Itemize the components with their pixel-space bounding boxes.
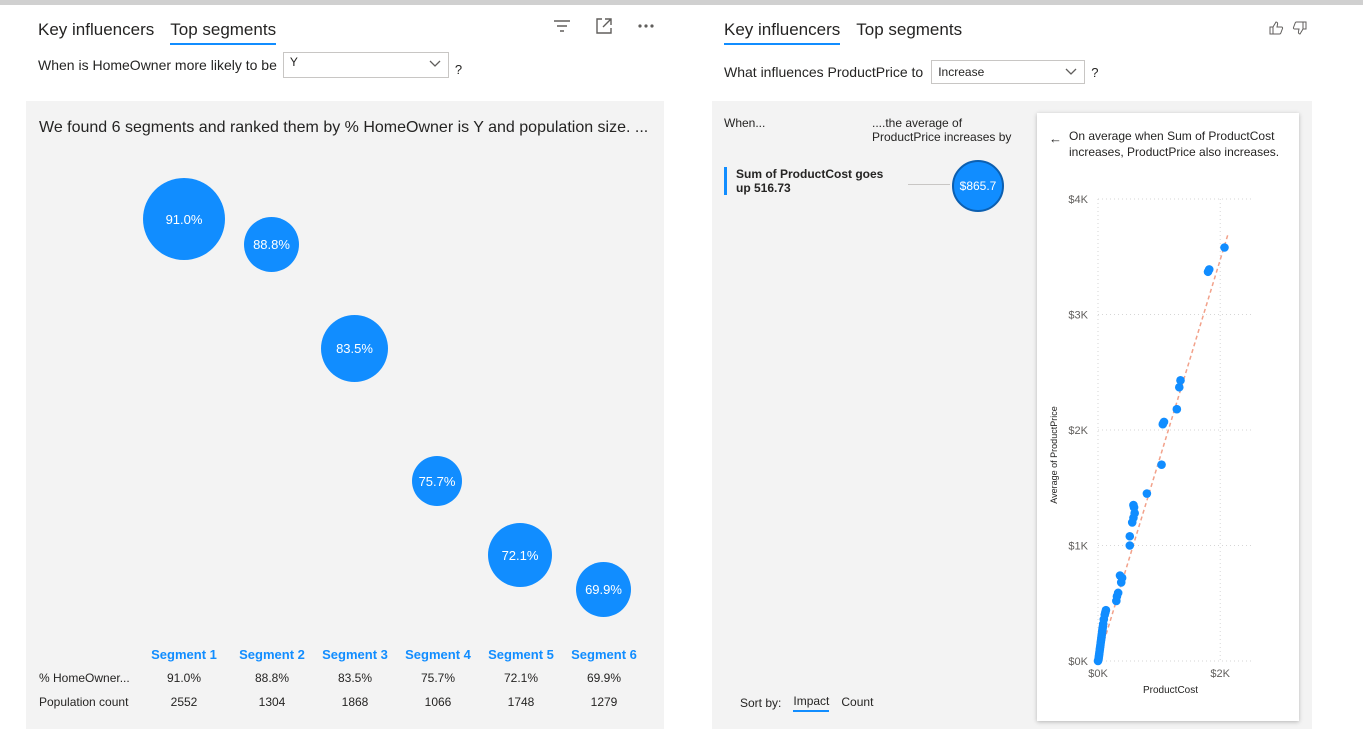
top-segments-visual: Key influencers Top segments When is Hom…: [26, 10, 666, 732]
pct-cell-3: 83.5%: [337, 671, 373, 685]
pop-cell-2: 1304: [258, 695, 286, 709]
data-point: [1220, 243, 1229, 252]
key-influencers-visual: Key influencers Top segments What influe…: [712, 10, 1322, 732]
pct-cell-2: 88.8%: [254, 671, 290, 685]
data-point: [1129, 500, 1138, 510]
data-point: [1157, 460, 1166, 469]
x-tick-label: $2K: [1210, 668, 1230, 680]
left-tabs: Key influencers Top segments: [38, 20, 277, 45]
dropdown-selected-value: Y: [289, 55, 298, 69]
data-point: [1204, 265, 1214, 274]
segment-question-label: When is HomeOwner more likely to be: [38, 57, 277, 73]
segment-bubble-1[interactable]: 91.0%: [143, 178, 225, 260]
pop-cell-3: 1868: [341, 695, 369, 709]
impact-bubble[interactable]: $865.7: [952, 160, 1004, 212]
pct-cell-6: 69.9%: [586, 671, 622, 685]
segment-header-3[interactable]: Segment 3: [315, 647, 395, 662]
help-question-mark[interactable]: ?: [455, 54, 462, 77]
pct-cell-5: 72.1%: [503, 671, 539, 685]
influence-question-label: What influences ProductPrice to: [724, 64, 924, 80]
population-count-row-label: Population count: [39, 695, 129, 709]
segment-header-4[interactable]: Segment 4: [398, 647, 478, 662]
pct-cell-1: 91.0%: [166, 671, 202, 685]
segment-bubble-2[interactable]: 88.8%: [244, 217, 299, 272]
sort-option-count[interactable]: Count: [841, 695, 873, 711]
y-tick-label: $2K: [1068, 425, 1088, 437]
data-point: [1159, 417, 1169, 427]
segment-bubble-5[interactable]: 72.1%: [488, 523, 552, 587]
influencer-item[interactable]: Sum of ProductCost goes up 516.73: [724, 167, 894, 195]
thumbs-up-icon[interactable]: [1268, 20, 1284, 36]
filter-icon[interactable]: [548, 14, 576, 38]
y-tick-label: $3K: [1068, 310, 1088, 322]
increase-dropdown[interactable]: Increase: [931, 60, 1086, 84]
segment-header-5[interactable]: Segment 5: [481, 647, 561, 662]
when-label: When...: [724, 116, 766, 130]
pop-cell-6: 1279: [590, 695, 618, 709]
data-point: [1125, 531, 1135, 541]
visual-header-icons: [548, 14, 660, 38]
chevron-down-icon: [429, 60, 441, 67]
y-axis-label: Average of ProductPrice: [1049, 406, 1059, 503]
segments-summary-text: We found 6 segments and ranked them by %…: [39, 119, 649, 136]
y-tick-label: $4K: [1068, 194, 1088, 206]
segment-bubble-4[interactable]: 75.7%: [412, 456, 462, 506]
pct-cell-4: 75.7%: [420, 671, 456, 685]
tab-key-influencers[interactable]: Key influencers: [38, 20, 154, 45]
tab-key-influencers[interactable]: Key influencers: [724, 20, 841, 45]
productcost-scatter-chart: $0K $1K $2K $3K $4K $0K $2K ProductCost Average …: [1049, 194, 1251, 696]
tab-top-segments[interactable]: Top segments: [170, 20, 277, 45]
pop-cell-4: 1066: [424, 695, 452, 709]
thumbs-down-icon[interactable]: [1292, 20, 1308, 36]
tab-top-segments[interactable]: Top segments: [856, 20, 962, 45]
dropdown-selected-value: Increase: [938, 65, 985, 79]
data-point: [1172, 404, 1182, 414]
help-question-mark[interactable]: ?: [1091, 65, 1098, 80]
sort-by-label: Sort by:: [740, 696, 782, 710]
average-increase-label: ....the average of ProductPrice increase…: [872, 116, 1012, 144]
y-tick-label: $1K: [1068, 541, 1088, 553]
pop-cell-5: 1748: [507, 695, 535, 709]
segments-panel: We found 6 segments and ranked them by %…: [26, 101, 664, 729]
data-point: [1125, 541, 1135, 550]
pct-homeowner-row-label: % HomeOwner...: [39, 671, 130, 685]
top-border: [0, 0, 1363, 5]
segment-header-2[interactable]: Segment 2: [232, 647, 312, 662]
segment-header-1[interactable]: Segment 1: [144, 647, 224, 662]
influencer-connector: [908, 184, 950, 185]
homeowner-value-dropdown[interactable]: Y: [282, 52, 449, 78]
x-tick-label: $0K: [1088, 668, 1108, 680]
detail-description: On average when Sum of ProductCost incre…: [1069, 129, 1280, 159]
data-point: [1113, 588, 1123, 598]
data-point: [1115, 571, 1125, 580]
data-point: [1142, 489, 1152, 498]
focus-mode-icon[interactable]: [590, 14, 618, 38]
influencer-detail-card: $0K $1K $2K $3K $4K $0K $2K ProductCost Average …: [1037, 113, 1299, 721]
segment-question-row: When is HomeOwner more likely to be Y ?: [38, 52, 462, 78]
right-tabs: Key influencers Top segments: [724, 20, 962, 45]
feedback-icons: [1268, 20, 1308, 36]
data-point: [1176, 376, 1185, 385]
segment-bubble-6[interactable]: 69.9%: [576, 562, 631, 617]
x-axis-label: ProductCost: [1143, 685, 1198, 696]
more-options-icon[interactable]: [632, 14, 660, 38]
segment-header-6[interactable]: Segment 6: [564, 647, 644, 662]
sort-option-impact[interactable]: Impact: [793, 694, 830, 712]
y-tick-label: $0K: [1068, 656, 1088, 668]
back-arrow-icon[interactable]: ←: [1049, 131, 1062, 146]
data-point: [1101, 605, 1111, 615]
pop-cell-1: 2552: [170, 695, 198, 709]
sort-by-bar: Sort by: Impact Count: [740, 694, 873, 712]
influencers-panel: When... ....the average of ProductPrice …: [712, 101, 1312, 729]
influence-question-row: What influences ProductPrice to Increase…: [724, 60, 1098, 84]
chevron-down-icon: [1065, 68, 1077, 75]
segment-bubble-3[interactable]: 83.5%: [321, 315, 388, 382]
